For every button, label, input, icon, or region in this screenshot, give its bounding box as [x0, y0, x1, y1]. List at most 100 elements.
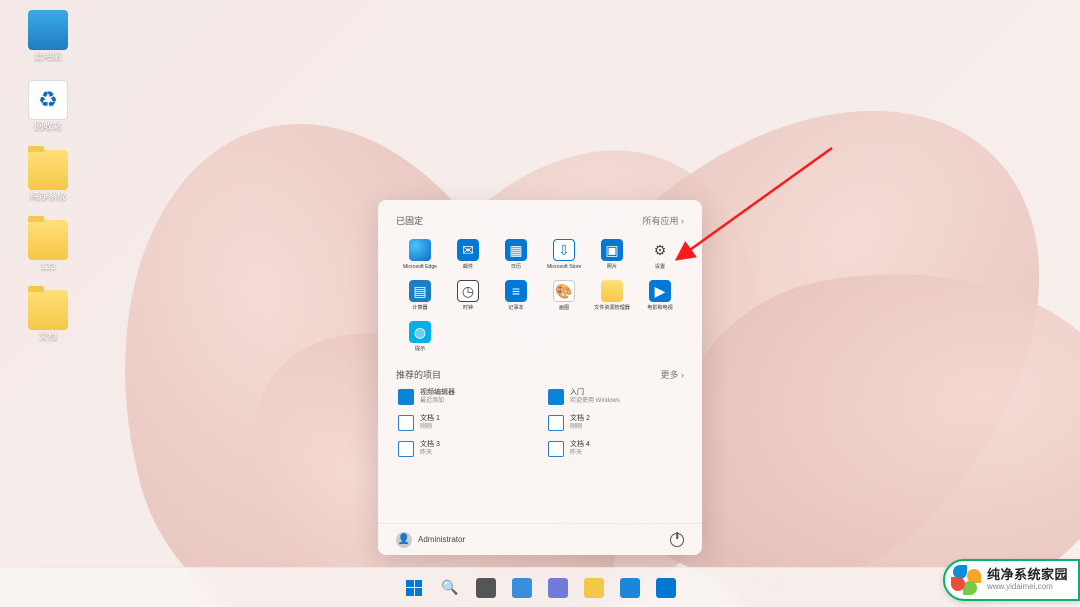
pinned-calendar[interactable]: ▦日历 [492, 235, 540, 274]
pinned-label: 记事本 [508, 305, 523, 310]
movies-icon: ▶ [649, 280, 671, 302]
pinned-calculator[interactable]: ▤ 计算器 [396, 276, 444, 315]
recommended-item-text: 文档 4昨天 [570, 441, 590, 457]
recommended-item-text: 视频编辑器最近添加 [420, 389, 455, 405]
recommended-item[interactable]: 文档 4昨天 [546, 439, 684, 459]
desktop-icon-recycle-bin[interactable]: ♻ 回收站 [20, 80, 76, 132]
taskbar-start[interactable] [399, 573, 429, 603]
this-pc-icon [28, 10, 68, 50]
recommended-item[interactable]: 入门欢迎使用 Windows [546, 387, 684, 407]
user-name: Administrator [418, 535, 465, 544]
folder-3-icon [28, 290, 68, 330]
pinned-photos[interactable]: ▣ 照片 [588, 235, 636, 274]
pinned-header: 已固定 [396, 214, 423, 227]
pinned-movies[interactable]: ▶ 电影和电视 [636, 276, 684, 315]
pinned-settings[interactable]: ⚙ 设置 [636, 235, 684, 274]
recycle-bin-icon: ♻ [28, 80, 68, 120]
taskbar-edge[interactable] [615, 573, 645, 603]
desktop-icon-label: 此电脑 [20, 52, 76, 62]
desktop-icon-folder-3[interactable]: 文档 [20, 290, 76, 342]
pinned-edge[interactable]: Microsoft Edge [396, 235, 444, 274]
store-icon: ⇩ [553, 239, 575, 261]
pinned-paint[interactable]: 🎨 画图 [540, 276, 588, 315]
pinned-file-explorer[interactable]: 文件资源管理器 [588, 276, 636, 315]
taskbar-chat[interactable] [543, 573, 573, 603]
pinned-label: 计算器 [412, 305, 427, 310]
desktop-icon-folder-2[interactable]: 123 [20, 220, 76, 272]
edge-icon [620, 578, 640, 598]
calculator-icon: ▤ [409, 280, 431, 302]
pinned-label: 日历 [511, 264, 521, 269]
taskbar-store[interactable] [651, 573, 681, 603]
taskbar-file-explorer[interactable] [579, 573, 609, 603]
task-view-icon [476, 578, 496, 598]
edge-icon [409, 239, 431, 261]
taskbar-widgets[interactable] [507, 573, 537, 603]
recommended-item-icon [548, 389, 564, 405]
folder-2-icon [28, 220, 68, 260]
file-explorer-icon [584, 578, 604, 598]
desktop-icon-label: 纯净系统 [20, 192, 76, 202]
pinned-label: Microsoft Store [547, 264, 581, 269]
recommended-item-icon [548, 441, 564, 457]
store-icon [656, 578, 676, 598]
taskbar-task-view[interactable] [471, 573, 501, 603]
power-button[interactable] [670, 533, 684, 547]
widgets-icon [512, 578, 532, 598]
recommended-item-text: 入门欢迎使用 Windows [570, 389, 620, 405]
desktop-icon-label: 123 [20, 262, 76, 272]
pinned-mail[interactable]: ✉ 邮件 [444, 235, 492, 274]
recommended-item[interactable]: 文档 3昨天 [396, 439, 534, 459]
recommended-header: 推荐的项目 [396, 368, 441, 381]
start-icon [406, 580, 422, 596]
all-apps-button[interactable]: 所有应用 [642, 214, 684, 227]
recommended-item[interactable]: 文档 2刚刚 [546, 413, 684, 433]
recommended-item-text: 文档 2刚刚 [570, 415, 590, 431]
recommended-item-text: 文档 3昨天 [420, 441, 440, 457]
photos-icon: ▣ [601, 239, 623, 261]
pinned-notepad[interactable]: ≡ 记事本 [492, 276, 540, 315]
recommended-item-icon [548, 415, 564, 431]
taskbar-search[interactable]: 🔍 [435, 573, 465, 603]
desktop-icon-folder-1[interactable]: 纯净系统 [20, 150, 76, 202]
notepad-icon: ≡ [505, 280, 527, 302]
pinned-tips[interactable]: ◍ 提示 [396, 317, 444, 356]
pinned-label: 时钟 [463, 305, 473, 310]
taskbar: 🔍 ˄ 中 ⇅ 🔊 [0, 567, 1080, 607]
search-icon: 🔍 [441, 579, 458, 596]
clock-icon: ◷ [457, 280, 479, 302]
desktop-icon-this-pc[interactable]: 此电脑 [20, 10, 76, 62]
pinned-label: 邮件 [463, 264, 473, 269]
desktop-icon-label: 文档 [20, 332, 76, 342]
chat-icon [548, 578, 568, 598]
pinned-label: 文件资源管理器 [594, 305, 630, 310]
folder-1-icon [28, 150, 68, 190]
pinned-label: 照片 [607, 264, 617, 269]
avatar-icon: 👤 [396, 532, 412, 548]
mail-icon: ✉ [457, 239, 479, 261]
settings-icon: ⚙ [649, 239, 671, 261]
pinned-label: Microsoft Edge [403, 264, 437, 269]
recommended-item-icon [398, 389, 414, 405]
pinned-label: 提示 [415, 346, 425, 351]
desktop-icon-label: 回收站 [20, 122, 76, 132]
recommended-item[interactable]: 视频编辑器最近添加 [396, 387, 534, 407]
recommended-item[interactable]: 文档 1刚刚 [396, 413, 534, 433]
paint-icon: 🎨 [553, 280, 575, 302]
pinned-clock[interactable]: ◷ 时钟 [444, 276, 492, 315]
pinned-label: 画图 [559, 305, 569, 310]
pinned-label: 电影和电视 [647, 305, 673, 310]
watermark-url: www.yidaimei.com [987, 583, 1068, 592]
recommended-item-icon [398, 441, 414, 457]
watermark-badge: 纯净系统家园 www.yidaimei.com [943, 559, 1080, 601]
file-explorer-icon [601, 280, 623, 302]
recommended-item-icon [398, 415, 414, 431]
pinned-store[interactable]: ⇩ Microsoft Store [540, 235, 588, 274]
tips-icon: ◍ [409, 321, 431, 343]
start-menu: 已固定 所有应用 Microsoft Edge ✉ 邮件 ▦日历 ⇩ Microsoft … [378, 200, 702, 555]
pinned-label: 设置 [655, 264, 665, 269]
watermark-title: 纯净系统家园 [987, 568, 1068, 582]
more-button[interactable]: 更多 [660, 368, 684, 381]
recommended-item-text: 文档 1刚刚 [420, 415, 440, 431]
user-account-button[interactable]: 👤 Administrator [396, 532, 465, 548]
